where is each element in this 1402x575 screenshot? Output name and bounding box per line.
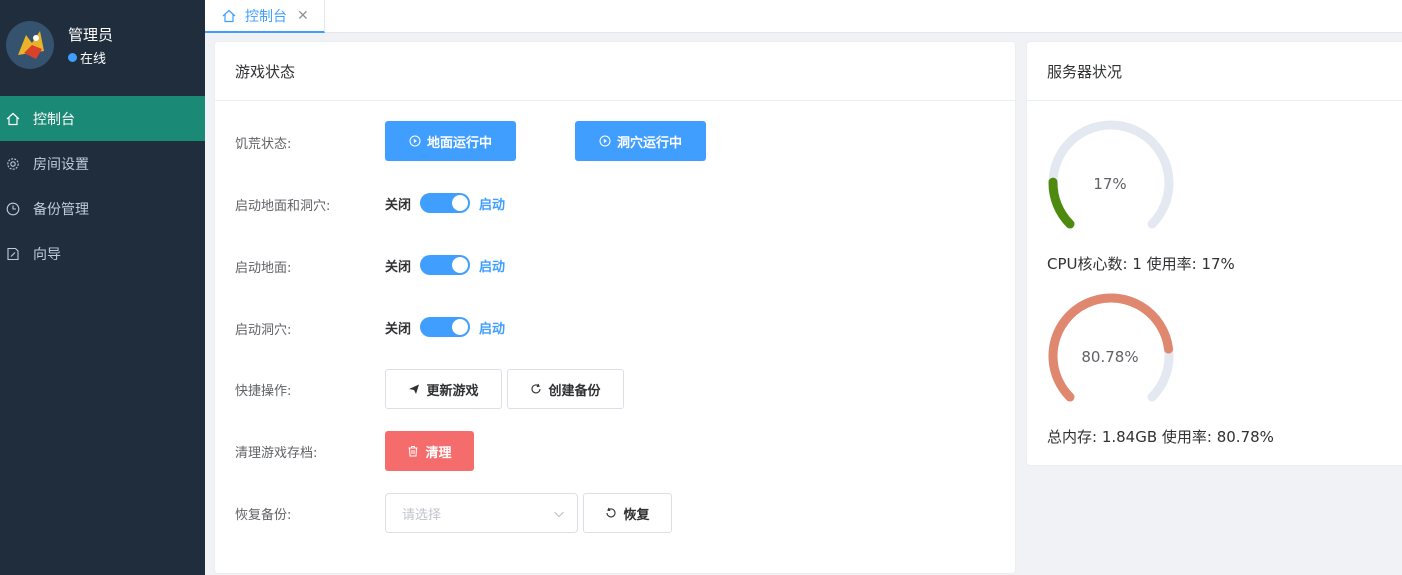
switch-surface-and-cave: 关闭 启动 xyxy=(385,193,505,213)
cave-running-button[interactable]: 洞穴运行中 xyxy=(575,121,706,161)
button-label: 地面运行中 xyxy=(426,135,492,151)
switch-off-label[interactable]: 关闭 xyxy=(385,256,411,275)
status-dot-icon xyxy=(68,53,77,62)
toggle-switch[interactable] xyxy=(420,193,471,213)
switch-knob xyxy=(452,195,469,211)
sidebar-item-label: 向导 xyxy=(33,246,61,263)
sidebar-item-label: 备份管理 xyxy=(33,201,89,218)
play-circle-icon xyxy=(599,135,611,147)
sidebar-item-room-settings[interactable]: 房间设置 xyxy=(0,141,205,186)
game-status-card: 游戏状态 饥荒状态: 地面运行中 洞穴运行中 启动地面和洞穴: 关闭 启动 启动… xyxy=(214,41,1016,574)
tab-label: 控制台 xyxy=(245,8,287,25)
close-icon[interactable]: ✕ xyxy=(297,8,309,24)
switch-on-label[interactable]: 启动 xyxy=(479,256,505,275)
button-label: 更新游戏 xyxy=(426,383,479,399)
switch-knob xyxy=(452,319,469,335)
toggle-switch[interactable] xyxy=(420,317,471,337)
document-edit-icon xyxy=(6,247,20,261)
backup-select[interactable]: 请选择 xyxy=(385,493,578,533)
toggle-switch[interactable] xyxy=(420,255,471,275)
button-label: 恢复 xyxy=(623,507,650,523)
switch-on-label[interactable]: 启动 xyxy=(479,194,505,213)
play-circle-icon xyxy=(409,135,421,147)
home-icon xyxy=(6,112,20,126)
memory-info: 总内存: 1.84GB 使用率: 80.78% xyxy=(1047,428,1274,446)
clean-archive-label: 清理游戏存档: xyxy=(235,446,318,461)
refresh-icon xyxy=(605,507,617,519)
chevron-down-icon xyxy=(554,511,564,518)
switch-cave: 关闭 启动 xyxy=(385,317,505,337)
button-label: 清理 xyxy=(425,445,452,461)
quick-actions-label: 快捷操作: xyxy=(235,384,292,399)
card-title: 游戏状态 xyxy=(215,42,1015,101)
paper-plane-icon xyxy=(408,383,420,395)
switch-on-label[interactable]: 启动 xyxy=(479,318,505,337)
restore-backup-label: 恢复备份: xyxy=(235,508,292,523)
refresh-icon xyxy=(530,383,542,395)
user-name: 管理员 xyxy=(68,26,114,44)
tab-dashboard[interactable]: 控制台 ✕ xyxy=(205,0,325,33)
avatar[interactable] xyxy=(6,21,54,69)
card-title: 服务器状况 xyxy=(1027,42,1402,101)
surface-running-button[interactable]: 地面运行中 xyxy=(385,121,516,161)
sidebar-item-backup[interactable]: 备份管理 xyxy=(0,186,205,231)
cpu-percent: 17% xyxy=(1093,175,1127,193)
button-label: 创建备份 xyxy=(548,383,601,399)
create-backup-button[interactable]: 创建备份 xyxy=(507,369,624,409)
sidebar-item-label: 控制台 xyxy=(33,111,75,128)
hunger-status-label: 饥荒状态: xyxy=(235,137,292,152)
gear-icon xyxy=(6,157,20,171)
sidebar-item-dashboard[interactable]: 控制台 xyxy=(0,96,205,141)
trash-icon xyxy=(407,445,419,457)
home-icon xyxy=(222,9,236,23)
sidebar-item-label: 房间设置 xyxy=(33,156,89,173)
user-status-label: 在线 xyxy=(80,52,107,67)
user-panel: 管理员 在线 xyxy=(0,0,205,96)
server-status-card: 服务器状况 17% CPU核心数: 1 使用率: 17% 80.78% 总内存:… xyxy=(1026,41,1402,466)
switch-knob xyxy=(452,257,469,273)
sidebar-item-guide[interactable]: 向导 xyxy=(0,231,205,276)
switch-label: 启动地面: xyxy=(235,261,292,276)
tab-bar: 控制台 ✕ xyxy=(205,0,1402,33)
switch-label: 启动洞穴: xyxy=(235,323,292,338)
button-label: 洞穴运行中 xyxy=(616,135,682,151)
memory-percent: 80.78% xyxy=(1081,348,1139,366)
user-status: 在线 xyxy=(68,48,106,67)
restore-button[interactable]: 恢复 xyxy=(583,493,672,533)
switch-off-label[interactable]: 关闭 xyxy=(385,318,411,337)
switch-surface: 关闭 启动 xyxy=(385,255,505,275)
update-game-button[interactable]: 更新游戏 xyxy=(385,369,502,409)
sidebar: 管理员 在线 控制台 房间设置 备份管理 向导 xyxy=(0,0,205,575)
select-placeholder: 请选择 xyxy=(402,507,442,523)
clock-icon xyxy=(6,202,20,216)
clean-button[interactable]: 清理 xyxy=(385,431,474,471)
switch-off-label[interactable]: 关闭 xyxy=(385,194,411,213)
switch-label: 启动地面和洞穴: xyxy=(235,199,331,214)
cpu-info: CPU核心数: 1 使用率: 17% xyxy=(1047,255,1235,273)
